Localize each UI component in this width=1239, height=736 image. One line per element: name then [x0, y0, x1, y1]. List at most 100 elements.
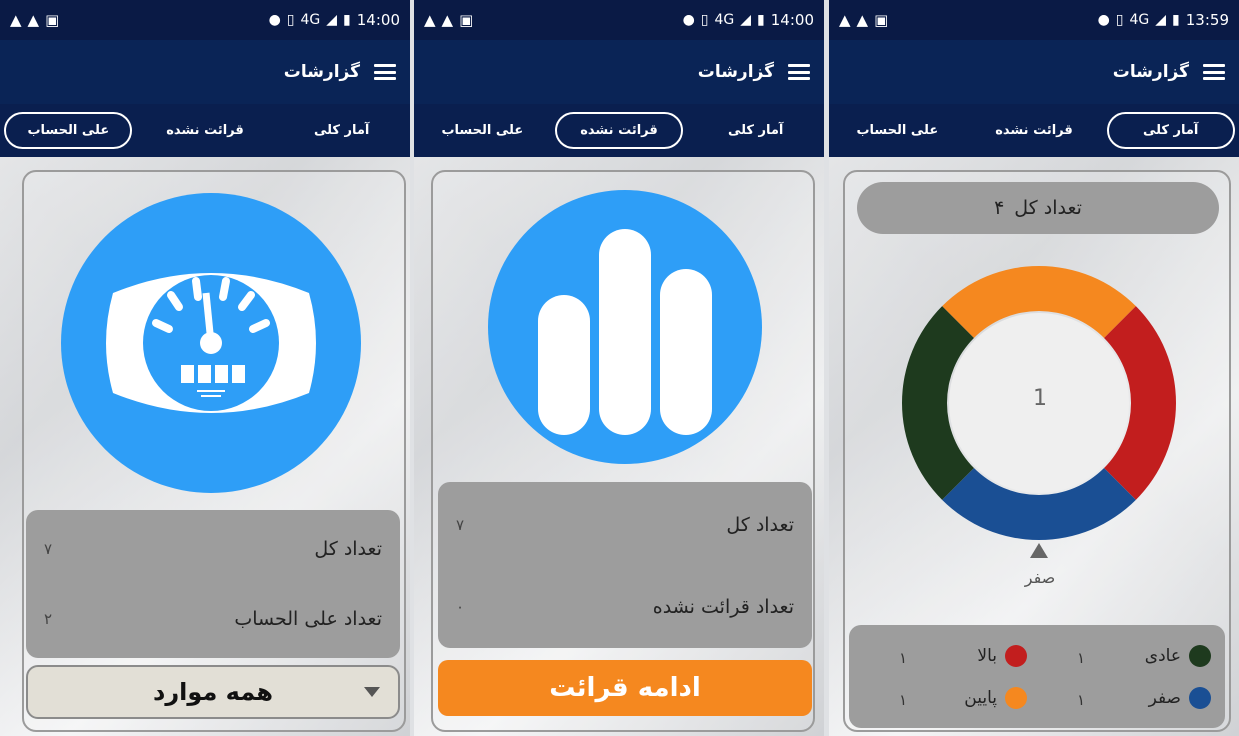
legend-value: ۱ [1077, 649, 1086, 667]
stats-box: تعداد کل ۷ تعداد علی الحساب ۲ [26, 510, 400, 658]
legend-value: ۱ [899, 691, 908, 709]
legend-value: ۱ [1077, 691, 1086, 709]
stat-label: تعداد علی الحساب [234, 608, 382, 630]
tab-overall[interactable]: آمار کلی [1106, 112, 1235, 149]
legend-label: صفر [1148, 688, 1181, 708]
page-title: گزارشات [697, 62, 774, 82]
network-type: 4G [1129, 12, 1150, 28]
location-icon: ● [1097, 12, 1110, 28]
legend-dot [1005, 687, 1027, 709]
signal-icon: ◢ [326, 12, 338, 28]
image-icon: ▣ [45, 11, 60, 29]
page-title: گزارشات [283, 62, 360, 82]
warning-icon: ▲ [441, 11, 454, 29]
stat-row-total: تعداد کل ۷ [44, 538, 382, 560]
system-icons: ● ▯ 4G ◢ ▮ 14:00 [269, 11, 400, 29]
pointer-up-icon [1030, 543, 1048, 558]
tab-on-account[interactable]: علی الحساب [418, 112, 546, 149]
app-bar: گزارشات [0, 40, 410, 104]
app-bar: گزارشات [414, 40, 824, 104]
tab-unread[interactable]: قرائت نشده [970, 112, 1098, 149]
location-icon: ● [268, 12, 281, 28]
signal-icon: ◢ [1155, 12, 1167, 28]
notification-icons: ▲ ▲ ▣ [839, 11, 888, 29]
system-icons: ● ▯ 4G ◢ ▮ 13:59 [1098, 11, 1229, 29]
continue-reading-button[interactable]: ادامه قرائت [438, 660, 812, 716]
stat-value: ۰ [456, 598, 465, 616]
tab-unread[interactable]: قرائت نشده [555, 112, 684, 149]
vibrate-icon: ▯ [700, 12, 709, 28]
network-type: 4G [300, 12, 321, 28]
bar-chart-icon [488, 190, 762, 464]
legend-label: عادی [1144, 646, 1181, 666]
total-count-pill: تعداد کل ۴ [857, 182, 1219, 234]
warning-icon: ▲ [10, 11, 22, 29]
stat-value: ۲ [44, 610, 53, 628]
vibrate-icon: ▯ [1115, 12, 1124, 28]
filter-dropdown[interactable]: همه موارد [26, 665, 400, 719]
system-icons: ● ▯ 4G ◢ ▮ 14:00 [683, 11, 814, 29]
stat-label: تعداد کل [726, 514, 794, 536]
warning-icon: ▲ [839, 11, 851, 29]
legend-dot [1189, 687, 1211, 709]
hamburger-menu-icon[interactable] [374, 64, 396, 80]
warning-icon: ▲ [856, 11, 869, 29]
legend-label: پایین [964, 688, 997, 708]
battery-icon: ▮ [1172, 12, 1180, 28]
legend-item-zero: صفر [1149, 687, 1211, 709]
app-bar: گزارشات [829, 40, 1239, 104]
chevron-down-icon [364, 687, 380, 697]
hamburger-menu-icon[interactable] [788, 64, 810, 80]
hamburger-menu-icon[interactable] [1203, 64, 1225, 80]
stat-label: تعداد کل [314, 538, 382, 560]
donut-center-value: 1 [1033, 386, 1047, 411]
image-icon: ▣ [459, 11, 474, 29]
tab-bar: آمار کلی قرائت نشده علی الحساب [829, 104, 1239, 157]
battery-icon: ▮ [343, 12, 351, 28]
location-icon: ● [682, 12, 695, 28]
tab-on-account[interactable]: علی الحساب [833, 112, 961, 149]
stat-value: ۷ [44, 540, 53, 558]
chart-legend: عادی ۱ بالا ۱ صفر ۱ پایین ۱ [849, 625, 1225, 728]
tab-overall[interactable]: آمار کلی [692, 112, 820, 149]
legend-label: بالا [977, 646, 997, 666]
tab-bar: آمار کلی قرائت نشده علی الحساب [0, 104, 410, 157]
tab-overall[interactable]: آمار کلی [278, 112, 406, 149]
legend-item-low: پایین [964, 687, 1027, 709]
legend-item-high: بالا [977, 645, 1027, 667]
legend-dot [1005, 645, 1027, 667]
legend-item-normal: عادی [1145, 645, 1211, 667]
status-bar: ▲ ▲ ▣ ● ▯ 4G ◢ ▮ 14:00 [414, 0, 824, 40]
clock: 13:59 [1185, 11, 1229, 29]
legend-dot [1189, 645, 1211, 667]
total-value: ۴ [994, 197, 1005, 219]
water-meter-icon [61, 193, 361, 493]
legend-value: ۱ [899, 649, 908, 667]
dropdown-selected-value: همه موارد [153, 678, 273, 706]
stat-value: ۷ [456, 516, 465, 534]
tab-on-account[interactable]: علی الحساب [4, 112, 133, 149]
signal-icon: ◢ [740, 12, 752, 28]
stat-row-on-account: تعداد علی الحساب ۲ [44, 608, 382, 630]
network-type: 4G [714, 12, 735, 28]
image-icon: ▣ [874, 11, 889, 29]
vibrate-icon: ▯ [286, 12, 295, 28]
status-bar: ▲ ▲ ▣ ● ▯ 4G ◢ ▮ 14:00 [0, 0, 410, 40]
pointer-label: صفر [1024, 568, 1056, 587]
stat-row-unread: تعداد قرائت نشده ۰ [456, 596, 794, 618]
stat-row-total: تعداد کل ۷ [456, 514, 794, 536]
tab-unread[interactable]: قرائت نشده [141, 112, 269, 149]
stat-label: تعداد قرائت نشده [652, 596, 794, 618]
total-label: تعداد کل [1014, 197, 1082, 219]
warning-icon: ▲ [424, 11, 436, 29]
clock: 14:00 [356, 11, 400, 29]
warning-icon: ▲ [27, 11, 40, 29]
battery-icon: ▮ [757, 12, 765, 28]
tab-bar: آمار کلی قرائت نشده علی الحساب [414, 104, 824, 157]
clock: 14:00 [770, 11, 814, 29]
page-title: گزارشات [1112, 62, 1189, 82]
notification-icons: ▲ ▲ ▣ [10, 11, 59, 29]
notification-icons: ▲ ▲ ▣ [424, 11, 473, 29]
status-bar: ▲ ▲ ▣ ● ▯ 4G ◢ ▮ 13:59 [829, 0, 1239, 40]
stats-box: تعداد کل ۷ تعداد قرائت نشده ۰ [438, 482, 812, 648]
